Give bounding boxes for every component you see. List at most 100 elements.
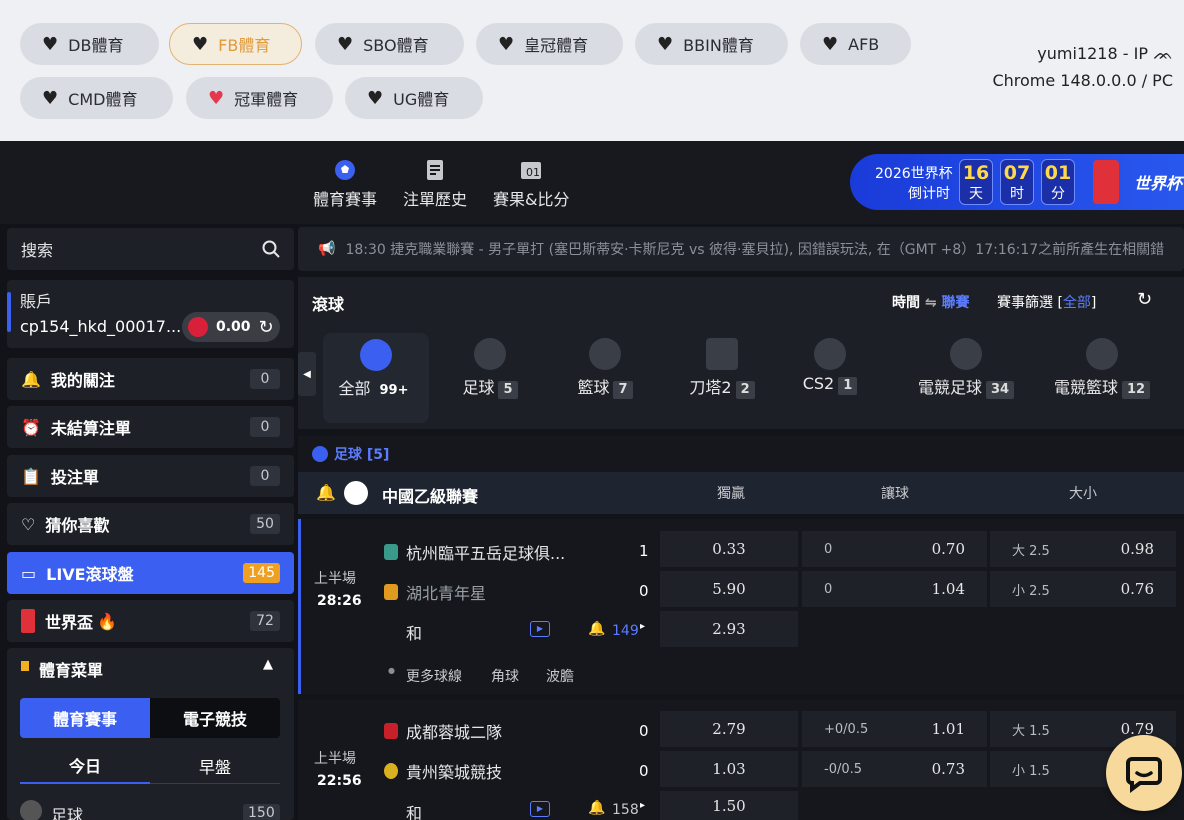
sidebar-item-count: 0 <box>250 466 280 486</box>
odds-draw-cell[interactable]: 1.50 <box>660 791 798 820</box>
bell-icon[interactable]: 🔔 <box>588 800 605 816</box>
market-count[interactable]: 149 <box>612 623 639 639</box>
tab-esports[interactable]: 電子競技 <box>150 698 280 738</box>
odds-home-cell[interactable]: 2.79 <box>660 711 798 747</box>
nav-results[interactable]: 01 賽果&比分 <box>493 158 569 210</box>
home-score: 0 <box>639 722 649 740</box>
handicap-away-cell[interactable]: -0/0.5 0.73 <box>802 751 987 787</box>
home-team[interactable]: 成都蓉城二隊 <box>384 719 502 743</box>
tab-sports[interactable]: 體育賽事 <box>20 698 150 738</box>
refresh-icon[interactable]: ↻ <box>1137 289 1152 310</box>
provider-pill-crown[interactable]: ♥ 皇冠體育 <box>476 23 623 65</box>
grid-icon <box>360 339 392 371</box>
league-header[interactable]: 🔔 中國乙級聯賽 獨贏 讓球 大小 <box>298 472 1184 514</box>
refresh-icon[interactable]: ↻ <box>259 317 274 338</box>
provider-pill-afb[interactable]: ♥ AFB <box>800 23 911 65</box>
category-count: 1 <box>838 377 858 395</box>
chevron-up-icon[interactable]: ▲ <box>263 657 273 672</box>
live-chat-button[interactable] <box>1106 735 1182 811</box>
nav-history[interactable]: 注單歷史 <box>403 158 467 210</box>
search-box[interactable]: 搜索 <box>7 228 294 270</box>
away-team[interactable]: 湖北青年星 <box>384 580 486 604</box>
odds-value: 1.50 <box>712 796 746 815</box>
section-header[interactable]: 足球 [5] <box>298 436 1184 472</box>
subtab-today[interactable]: 今日 <box>20 748 150 784</box>
chevron-right-icon[interactable]: ▸ <box>640 800 645 811</box>
live-stream-icon[interactable]: ▶ <box>530 621 550 637</box>
pill-label: 冠軍體育 <box>234 90 299 109</box>
correct-score-link[interactable]: 波膽 <box>546 666 574 686</box>
odds-away-cell[interactable]: 1.03 <box>660 751 798 787</box>
provider-pill-fb[interactable]: ♥ FB體育 <box>169 23 302 65</box>
corners-link[interactable]: 角球 <box>491 666 519 686</box>
home-team[interactable]: 杭州臨平五岳足球俱... <box>384 540 565 564</box>
sort-toggle[interactable]: 時間 ⇋ 聯賽 <box>892 292 969 312</box>
announcement-marquee[interactable]: 📢 18:30 捷克職業聯賽 - 男子單打 (塞巴斯蒂安·卡斯尼克 vs 彼得·塞… <box>298 227 1184 271</box>
col-header-1x2: 獨贏 <box>717 486 745 502</box>
countdown-hours: 07 时 <box>1000 159 1034 205</box>
bell-icon[interactable]: 🔔 <box>588 621 605 637</box>
market-count[interactable]: 158 <box>612 802 639 818</box>
sidebar-item-recommended[interactable]: ♡ 猜你喜歡 50 <box>7 503 294 545</box>
pill-label: SBO體育 <box>363 36 429 55</box>
sidebar-item-label: 世界盃 <box>45 613 94 632</box>
odds-value: 2.79 <box>712 720 746 738</box>
search-icon[interactable] <box>262 240 280 258</box>
odds-away-cell[interactable]: 5.90 <box>660 571 798 607</box>
svg-text:0: 0 <box>526 166 533 179</box>
gamepad-basketball-icon <box>1086 338 1118 370</box>
account-accent-bar <box>7 292 11 332</box>
category-basketball[interactable]: 籃球 7 <box>565 338 645 399</box>
category-soccer[interactable]: 足球 5 <box>450 338 530 399</box>
chevron-right-icon[interactable]: ▸ <box>640 621 645 632</box>
sidebar-item-betslip[interactable]: 📋 投注單 0 <box>7 455 294 497</box>
under-cell[interactable]: 小 2.5 0.76 <box>990 571 1176 607</box>
handicap-home-cell[interactable]: 0 0.70 <box>802 531 987 567</box>
bell-icon[interactable]: 🔔 <box>316 483 336 502</box>
category-ebasketball[interactable]: 電競籃球 12 <box>1046 338 1158 399</box>
balance-chip[interactable]: 0.00 ↻ <box>182 312 280 342</box>
countdown-minutes: 01 分 <box>1041 159 1075 205</box>
live-stream-icon[interactable]: ▶ <box>530 801 550 817</box>
provider-pill-champion[interactable]: ♥ 冠軍體育 <box>186 77 333 119</box>
category-all[interactable]: 全部 99+ <box>323 333 429 423</box>
match-clock: 22:56 <box>317 773 362 789</box>
sidebar-item-live[interactable]: ▭ LIVE滾球盤 145 <box>7 552 294 594</box>
sidebar-item-worldcup[interactable]: 世界盃 🔥 72 <box>7 600 294 642</box>
days-value: 16 <box>962 162 990 184</box>
pill-label: AFB <box>848 34 880 54</box>
category-dota2[interactable]: 刀塔2 2 <box>680 338 764 399</box>
odds-draw-cell[interactable]: 2.93 <box>660 611 798 647</box>
nav-sports[interactable]: 體育賽事 <box>313 158 377 210</box>
team-crest-icon <box>384 763 398 779</box>
dota2-icon <box>706 338 738 370</box>
odds-home-cell[interactable]: 0.33 <box>660 531 798 567</box>
soccer-ball-icon <box>474 338 506 370</box>
away-team[interactable]: 貴州築城競技 <box>384 759 502 783</box>
account-name: cp154_hkd_00017... <box>20 317 182 336</box>
category-label: 全部 <box>338 379 371 398</box>
category-cs2[interactable]: CS2 1 <box>795 338 865 395</box>
provider-pill-db[interactable]: ♥ DB體育 <box>20 23 159 65</box>
subtab-early[interactable]: 早盤 <box>150 748 280 784</box>
menu-marker-icon <box>21 661 29 671</box>
provider-pill-sbo[interactable]: ♥ SBO體育 <box>315 23 464 65</box>
provider-pill-ug[interactable]: ♥ UG體育 <box>345 77 483 119</box>
provider-pill-bbin[interactable]: ♥ BBIN體育 <box>635 23 788 65</box>
trophy-icon <box>1093 160 1119 204</box>
category-label: 足球 <box>462 378 495 397</box>
scroll-left-arrow[interactable]: ◀ <box>298 352 316 396</box>
countdown-days: 16 天 <box>959 159 993 205</box>
more-lines-link[interactable]: 更多球線 <box>406 666 462 686</box>
handicap-home-cell[interactable]: +0/0.5 1.01 <box>802 711 987 747</box>
handicap-away-cell[interactable]: 0 1.04 <box>802 571 987 607</box>
over-cell[interactable]: 大 2.5 0.98 <box>990 531 1176 567</box>
category-esoccer[interactable]: 電競足球 34 <box>910 338 1022 399</box>
odds-value: 2.93 <box>712 620 746 638</box>
worldcup-countdown-banner[interactable]: 2026世界杯 倒计时 16 天 07 时 01 分 世界杯 <box>850 154 1184 210</box>
sidebar-item-unsettled[interactable]: ⏰ 未結算注單 0 <box>7 406 294 448</box>
provider-pill-cmd[interactable]: ♥ CMD體育 <box>20 77 173 119</box>
sport-soccer-label[interactable]: 足球 <box>51 802 83 820</box>
sidebar-item-favorites[interactable]: 🔔 我的關注 0 <box>7 358 294 400</box>
event-filter[interactable]: 賽事篩選 [全部] <box>997 292 1096 312</box>
